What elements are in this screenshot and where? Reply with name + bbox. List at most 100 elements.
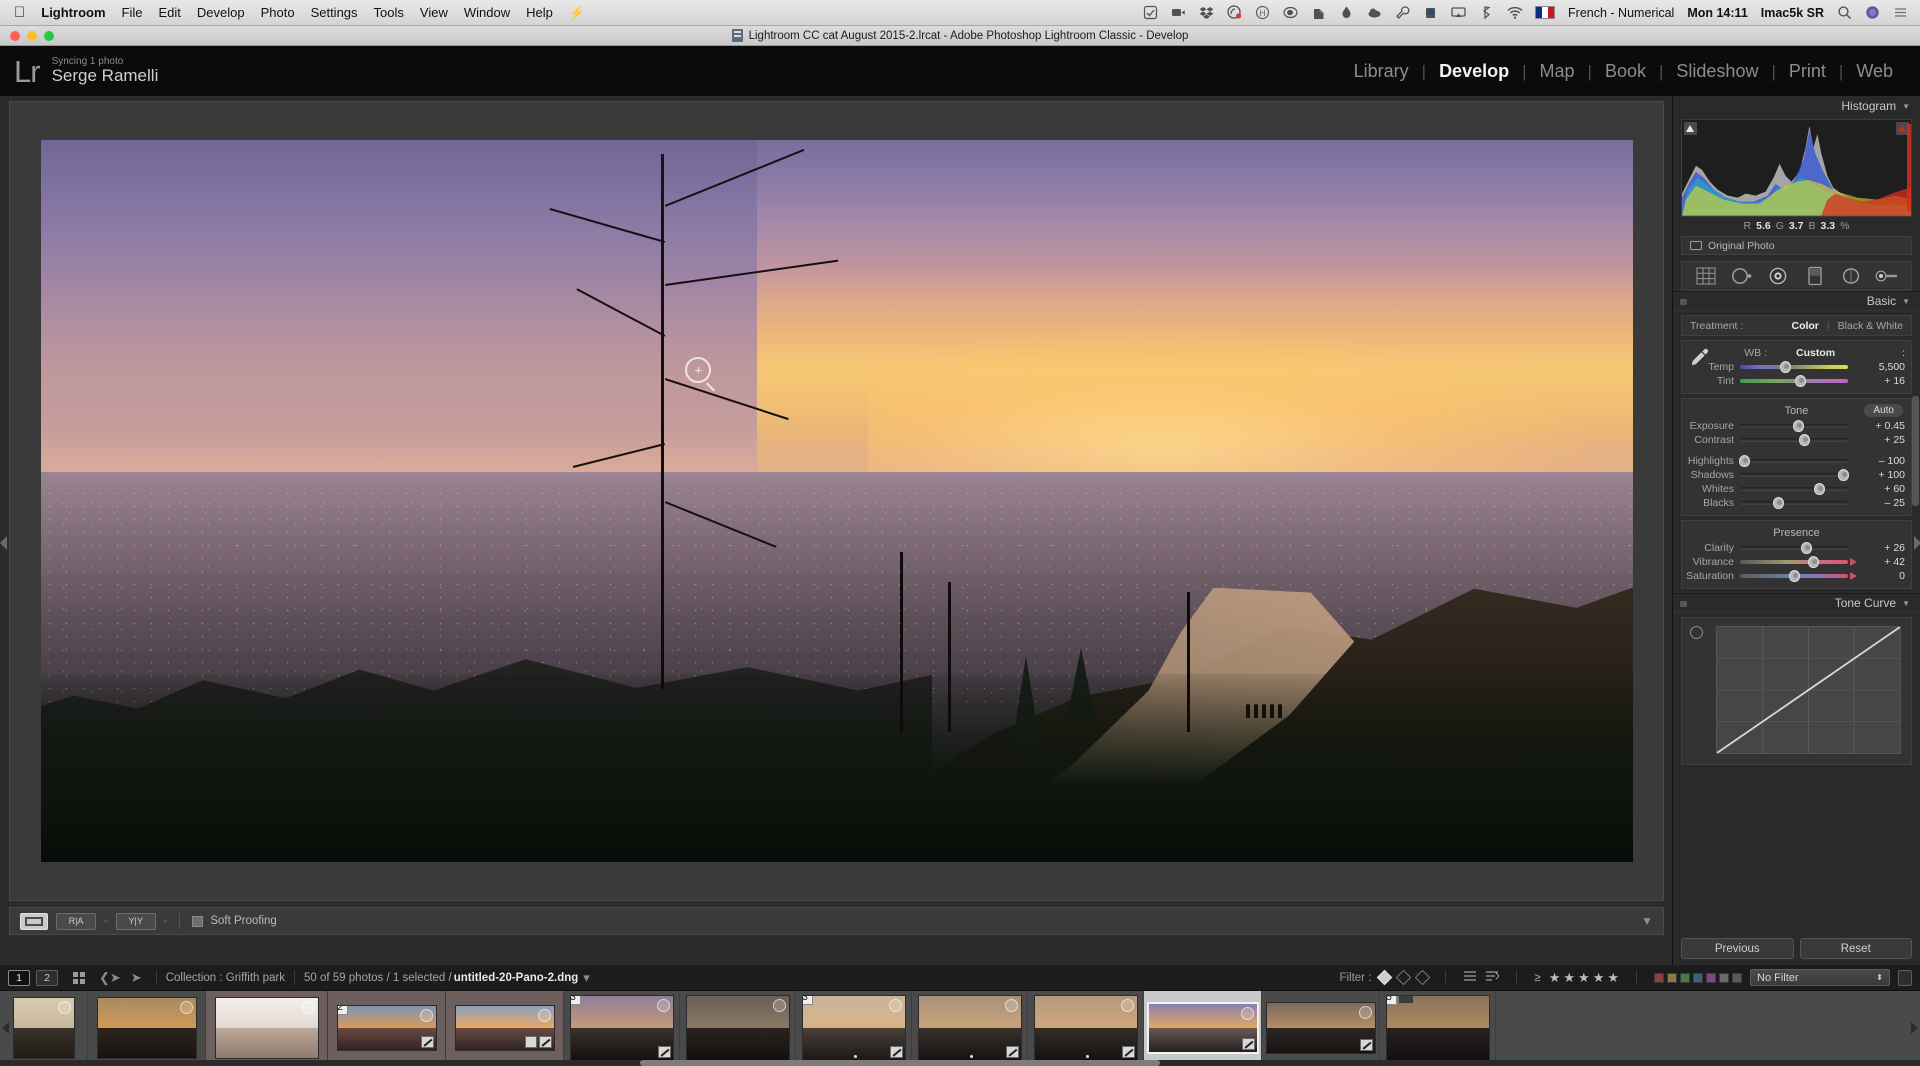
chevron-down-icon[interactable]: ▼ <box>1902 297 1910 306</box>
filmstrip-cell[interactable] <box>0 991 88 1065</box>
master-copy-icon[interactable] <box>1463 970 1477 985</box>
contrast-value[interactable]: + 25 <box>1884 434 1905 446</box>
thumb-edited-badge[interactable] <box>1005 1046 1019 1058</box>
thumb-badge-circle[interactable] <box>888 999 902 1012</box>
filmstrip-cell[interactable] <box>1262 991 1380 1065</box>
filmstrip-thumbnail[interactable] <box>214 997 319 1059</box>
bluetooth-icon[interactable] <box>1479 5 1494 20</box>
module-develop[interactable]: Develop <box>1426 61 1522 82</box>
slider-temp[interactable]: Temp 5,500 <box>1682 360 1911 374</box>
highlights-knob[interactable] <box>1738 455 1750 467</box>
dropdown-stepper-icon[interactable]: ⬍ <box>1876 973 1883 982</box>
before-after-vertical-button[interactable]: Y|Y <box>115 912 156 930</box>
spot-removal-tool[interactable] <box>1730 265 1754 287</box>
filmstrip-cell[interactable] <box>206 991 328 1065</box>
tone-curve-panel-header[interactable]: Tone Curve ▼ <box>1673 593 1920 613</box>
flame-icon[interactable] <box>1339 5 1354 20</box>
clock-label[interactable]: Mon 14:11 <box>1687 6 1747 20</box>
histogram-graph[interactable] <box>1681 119 1912 217</box>
thumb-badge-circle[interactable] <box>1004 999 1018 1012</box>
star-icon[interactable]: ★ <box>1563 970 1575 986</box>
photo-container[interactable] <box>40 140 1633 862</box>
menu-item-view[interactable]: View <box>420 5 448 20</box>
color-label-red[interactable] <box>1654 972 1664 983</box>
clarity-knob[interactable] <box>1801 542 1813 554</box>
thumb-badge-circle[interactable] <box>301 1001 315 1014</box>
soft-proofing-toggle[interactable]: Soft Proofing <box>192 915 277 927</box>
filmstrip-thumbnail[interactable] <box>12 997 75 1059</box>
filmstrip-cell[interactable]: 5 <box>1380 991 1496 1065</box>
red-eye-correction-tool[interactable] <box>1766 265 1790 287</box>
virtual-copy-icon[interactable] <box>1485 970 1501 985</box>
shadows-value[interactable]: + 100 <box>1878 469 1905 481</box>
thumb-stack-badge[interactable]: 5 <box>1386 996 1397 1005</box>
module-web[interactable]: Web <box>1843 61 1906 82</box>
tint-knob[interactable] <box>1794 375 1806 387</box>
filmstrip-thumbnail[interactable] <box>454 1005 555 1051</box>
go-forward-icon[interactable]: ➤ <box>131 970 142 986</box>
slider-blacks[interactable]: Blacks – 25 <box>1682 496 1911 510</box>
thumb-edited-badge[interactable] <box>420 1036 434 1048</box>
thumb-badge-circle[interactable] <box>179 1001 193 1014</box>
filmstrip-cell[interactable]: 3 <box>564 991 680 1065</box>
filmstrip-scroll-thumb[interactable] <box>640 1060 1160 1066</box>
selected-filename-label[interactable]: untitled-20-Pano-2.dng <box>454 972 579 984</box>
blacks-knob[interactable] <box>1773 497 1785 509</box>
saturation-knob[interactable] <box>1788 570 1800 582</box>
filmstrip-cell[interactable] <box>88 991 206 1065</box>
slider-whites[interactable]: Whites + 60 <box>1682 482 1911 496</box>
exposure-knob[interactable] <box>1792 420 1804 432</box>
filmstrip-cell[interactable] <box>446 991 564 1065</box>
rating-stars[interactable]: ★ ★ ★ ★ ★ <box>1549 970 1619 986</box>
panel-indicator-icon[interactable] <box>1680 601 1687 607</box>
filmstrip-thumbnail-strip[interactable]: 2 3 3 5 <box>0 991 1920 1065</box>
close-window-button[interactable] <box>10 31 20 41</box>
menu-item-edit[interactable]: Edit <box>158 5 180 20</box>
contrast-knob[interactable] <box>1799 434 1811 446</box>
grid-view-icon[interactable] <box>72 971 86 985</box>
thumb-edited-badge[interactable] <box>1241 1038 1255 1050</box>
thumb-stack-badge[interactable]: 3 <box>802 996 813 1005</box>
slider-contrast[interactable]: Contrast + 25 <box>1682 433 1911 447</box>
user-account-label[interactable]: Imac5k SR <box>1761 6 1824 20</box>
treatment-bw-option[interactable]: Black & White <box>1838 320 1903 332</box>
color-label-purple[interactable] <box>1706 972 1716 983</box>
chevron-down-icon[interactable]: ▼ <box>1902 102 1910 111</box>
thumb-stack-badge[interactable]: 3 <box>570 996 581 1005</box>
treatment-color-option[interactable]: Color <box>1791 320 1818 332</box>
reset-button[interactable]: Reset <box>1799 938 1912 959</box>
temp-track[interactable] <box>1740 361 1848 373</box>
crop-overlay-tool[interactable] <box>1694 265 1718 287</box>
thumb-edited-badge[interactable] <box>889 1046 903 1058</box>
menu-item-window[interactable]: Window <box>464 5 510 20</box>
vibrance-knob[interactable] <box>1807 556 1819 568</box>
wifi-icon[interactable] <box>1507 5 1523 20</box>
evernote-icon[interactable] <box>1311 5 1326 20</box>
filmstrip-thumbnail[interactable]: 3 <box>801 995 906 1061</box>
keyboard-layout-label[interactable]: French - Numerical <box>1568 6 1674 20</box>
filmstrip-thumbnail-selected[interactable] <box>1146 1002 1259 1054</box>
filmstrip-thumbnail[interactable] <box>685 995 790 1061</box>
slider-exposure[interactable]: Exposure + 0.45 <box>1682 419 1911 433</box>
thumb-badge-circle[interactable] <box>1120 999 1134 1012</box>
tone-curve-plot[interactable] <box>1716 626 1901 754</box>
cloud-icon[interactable] <box>1367 5 1382 20</box>
wb-value[interactable]: Custom <box>1796 347 1835 359</box>
thumb-badge-circle[interactable] <box>656 999 670 1012</box>
thumb-metadata-badge[interactable] <box>1397 996 1414 1004</box>
notification-center-icon[interactable] <box>1893 5 1908 20</box>
before-after-button[interactable]: R|A <box>56 912 96 930</box>
filmstrip-cell[interactable]: 2 <box>328 991 446 1065</box>
highlights-value[interactable]: – 100 <box>1879 455 1905 467</box>
shadows-knob[interactable] <box>1838 469 1850 481</box>
star-icon[interactable]: ★ <box>1593 970 1605 986</box>
minimize-window-button[interactable] <box>27 31 37 41</box>
temp-value[interactable]: 5,500 <box>1879 361 1905 373</box>
filmstrip-horizontal-scrollbar[interactable] <box>0 1060 1920 1066</box>
menu-item-help[interactable]: Help <box>526 5 553 20</box>
filmstrip-scroll-right[interactable] <box>1911 1022 1918 1034</box>
left-panel-toggle[interactable] <box>0 536 7 550</box>
whites-track[interactable] <box>1740 483 1848 495</box>
nvidia-icon[interactable] <box>1283 5 1298 20</box>
thumb-badge-circle[interactable] <box>1240 1007 1254 1020</box>
